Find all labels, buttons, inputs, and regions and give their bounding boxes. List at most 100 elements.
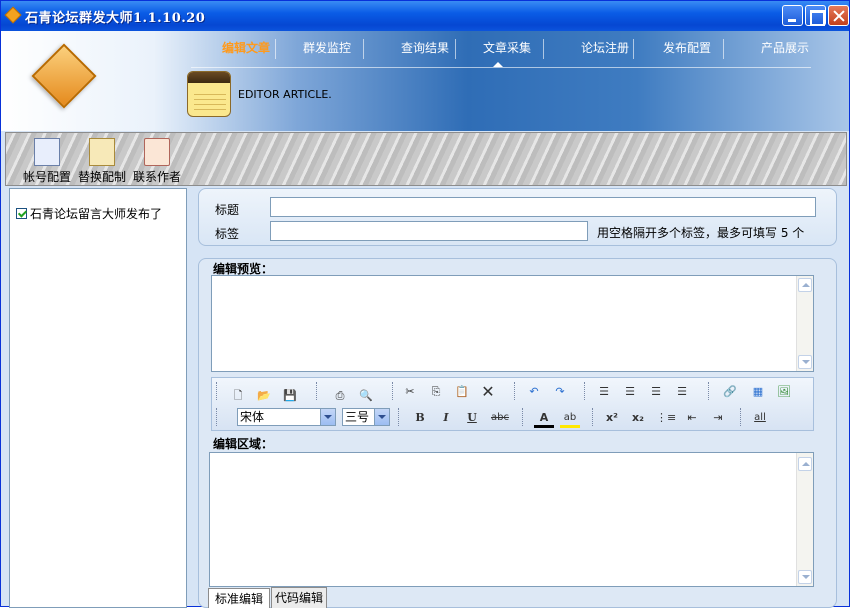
new-document-icon[interactable]: 🗋 [228,386,248,406]
edit-area[interactable] [209,452,814,587]
account-config-button[interactable]: 帐号配置 [21,136,73,184]
replace-config-button[interactable]: 替换配制 [76,136,128,184]
scroll-down-icon[interactable] [798,355,812,369]
tags-label: 标签 [215,227,240,241]
numbered-list-icon[interactable]: ⋮≡ [656,408,676,428]
tab-code-edit[interactable]: 代码编辑 [271,587,327,608]
scroll-up-icon[interactable] [798,278,812,292]
nav-separator [275,39,276,59]
title-tags-panel: 标题 标签 用空格隔开多个标签，最多可填写 5 个 [198,188,837,246]
edit-scrollbar[interactable] [796,453,813,586]
nav-product-showcase[interactable]: 产品展示 [759,39,811,56]
preview-scrollbar[interactable] [796,276,813,371]
tab-standard-edit[interactable]: 标准编辑 [208,588,270,608]
toolbar-grip[interactable] [398,408,401,426]
tree-item[interactable]: 石青论坛留言大师发布了 [16,205,162,222]
nav-underline [191,67,811,68]
nav-separator [455,39,456,59]
toolbar-grip[interactable] [708,382,711,400]
underline-button[interactable]: U [462,408,482,428]
toolbar-grip[interactable] [522,408,525,426]
nav-publish-config[interactable]: 发布配置 [661,39,713,56]
select-all-button[interactable]: all [750,408,770,428]
contact-author-label: 联系作者 [132,170,181,184]
font-family-select[interactable]: 宋体 [237,408,336,426]
copy-icon[interactable]: ⎘ [426,382,446,402]
nav-article-collect[interactable]: 文章采集 [481,39,533,56]
italic-button[interactable]: I [436,408,456,428]
editor-toolbar: 🗋 📂 💾 ⎙ 🔍 ✂ ⎘ 📋 ✕ ↶ ↷ ☰ ☰ ☰ ☰ 🔗 ▦ 🖼 宋体 三… [211,377,814,431]
title-bar[interactable]: 石青论坛群发大师1.1.10.20 [1,1,849,31]
nav-separator [543,39,544,59]
nav-separator [363,39,364,59]
close-button[interactable] [828,5,849,26]
cut-icon[interactable]: ✂ [400,382,420,402]
title-input[interactable] [270,197,816,217]
scroll-up-icon[interactable] [798,457,812,471]
outdent-icon[interactable]: ⇤ [682,408,702,428]
hyperlink-icon[interactable]: 🔗 [720,382,740,402]
print-preview-icon[interactable]: 🔍 [356,386,376,406]
print-icon[interactable]: ⎙ [330,386,350,406]
paste-icon[interactable]: 📋 [452,382,472,402]
table-icon[interactable]: ▦ [748,382,768,402]
replace-config-label: 替换配制 [77,170,126,184]
align-right-icon[interactable]: ☰ [672,382,692,402]
toolbar-grip[interactable] [584,382,587,400]
chevron-down-icon[interactable] [320,409,335,425]
strikethrough-button[interactable]: abc [490,408,510,428]
save-icon[interactable]: 💾 [280,386,300,406]
subscript-button[interactable]: x₂ [628,408,648,428]
font-family-value: 宋体 [240,410,265,424]
font-color-button[interactable]: A [534,408,554,428]
superscript-button[interactable]: x² [602,408,622,428]
maximize-button[interactable] [805,5,826,26]
nav-mass-monitor[interactable]: 群发监控 [301,39,353,56]
toolbar-grip[interactable] [514,382,517,400]
nav-query-results[interactable]: 查询结果 [399,39,451,56]
align-center-icon[interactable]: ☰ [646,382,666,402]
toolbar-grip[interactable] [592,408,595,426]
toolbar-grip[interactable] [216,408,219,426]
account-config-icon [34,138,60,166]
chevron-down-icon[interactable] [374,409,389,425]
preview-area[interactable] [211,275,814,372]
tree-item-label: 石青论坛留言大师发布了 [30,207,163,221]
nav-edit-article[interactable]: 编辑文章 [221,39,271,56]
app-diamond-icon [4,6,22,24]
align-justify-icon[interactable]: ☰ [594,382,614,402]
tags-input[interactable] [270,221,588,241]
indent-icon[interactable]: ⇥ [708,408,728,428]
tags-hint: 用空格隔开多个标签，最多可填写 5 个 [597,226,805,240]
nav-active-pointer [493,62,503,67]
redo-icon[interactable]: ↷ [550,382,570,402]
replace-config-icon [89,138,115,166]
font-size-value: 三号 [345,410,370,424]
image-icon[interactable]: 🖼 [774,382,794,402]
title-label: 标题 [215,203,240,217]
checkbox-checked-icon[interactable] [16,208,27,219]
scroll-down-icon[interactable] [798,570,812,584]
notepad-icon [187,71,231,117]
header-subtitle: EDITOR ARTICLE. [238,88,332,101]
minimize-button[interactable] [782,5,803,26]
open-folder-icon[interactable]: 📂 [254,386,274,406]
nav-separator [723,39,724,59]
highlight-button[interactable]: ab [560,408,580,428]
app-window: 石青论坛群发大师1.1.10.20 编辑文章 群发监控 查询结果 文章采集 论坛… [0,0,850,608]
nav-separator [633,39,634,59]
toolbar-grip[interactable] [316,382,319,400]
nav-forum-register[interactable]: 论坛注册 [579,39,631,56]
toolbar-grip[interactable] [392,382,395,400]
contact-author-button[interactable]: 联系作者 [131,136,183,184]
font-size-select[interactable]: 三号 [342,408,390,426]
bold-button[interactable]: B [410,408,430,428]
toolbar-grip[interactable] [740,408,743,426]
align-left-icon[interactable]: ☰ [620,382,640,402]
undo-icon[interactable]: ↶ [524,382,544,402]
main-nav: 编辑文章 群发监控 查询结果 文章采集 论坛注册 发布配置 产品展示 [191,37,821,61]
contact-author-icon [144,138,170,166]
delete-icon[interactable]: ✕ [478,382,498,402]
toolbar-grip[interactable] [216,382,219,400]
app-logo [31,43,97,109]
